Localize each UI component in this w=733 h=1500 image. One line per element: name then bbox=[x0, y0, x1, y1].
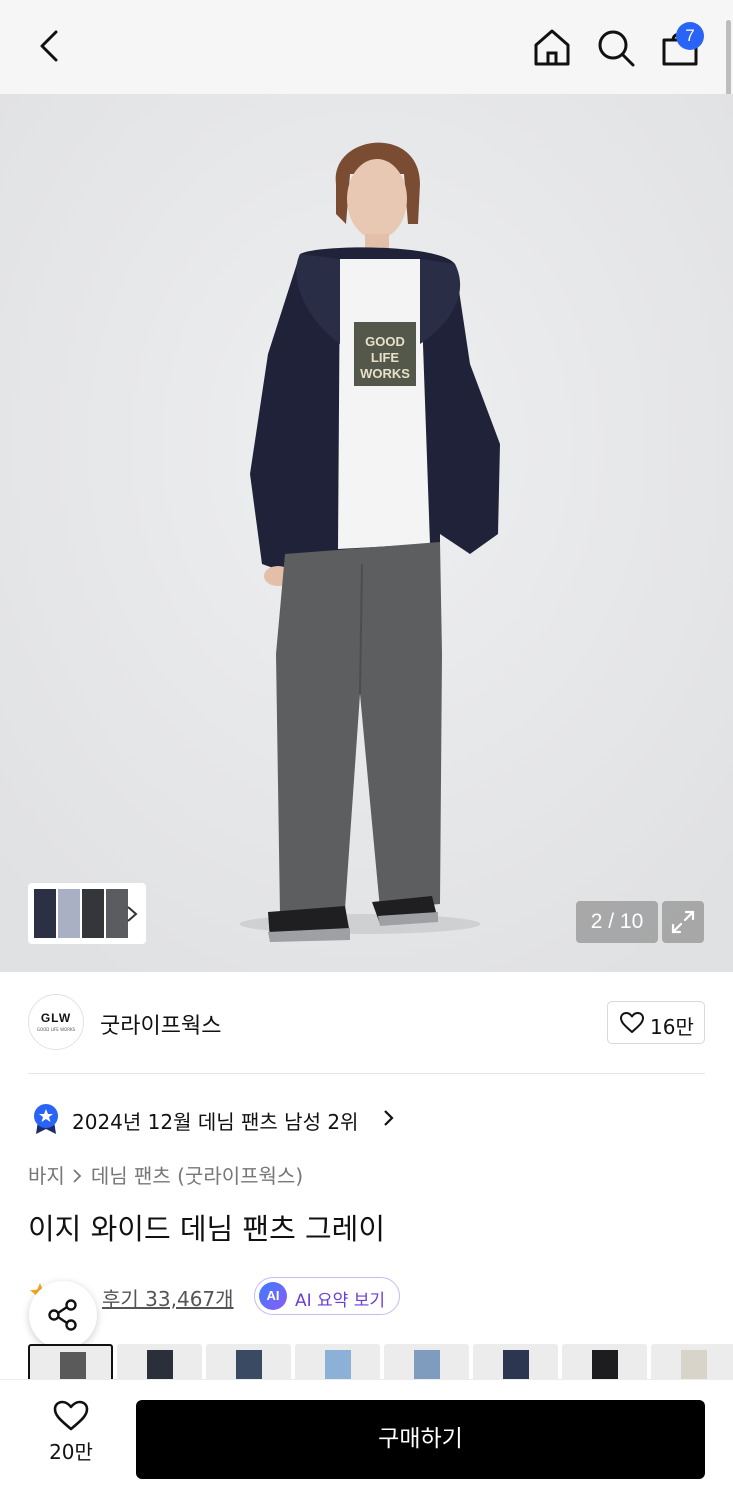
brand-row: GLW GOOD LIFE WORKS 굿라이프웍스 16만 bbox=[28, 994, 705, 1050]
top-nav-bar: 7 bbox=[0, 0, 733, 96]
color-swatch bbox=[60, 1352, 86, 1380]
color-option[interactable] bbox=[117, 1344, 202, 1380]
color-swatch bbox=[147, 1350, 173, 1380]
heart-icon bbox=[620, 1012, 644, 1033]
color-option[interactable] bbox=[206, 1344, 291, 1380]
breadcrumb-item[interactable]: 바지 bbox=[28, 1164, 65, 1188]
chevron-right-icon[interactable] bbox=[126, 905, 138, 923]
color-swatch bbox=[414, 1350, 440, 1380]
breadcrumb: 바지 데님 팬츠 (굿라이프웍스) bbox=[28, 1160, 303, 1189]
wishlist-count: 20만 bbox=[49, 1440, 93, 1464]
product-title: 이지 와이드 데님 팬츠 그레이 bbox=[28, 1212, 386, 1246]
color-swatch bbox=[325, 1350, 351, 1380]
ai-summary-label: AI 요약 보기 bbox=[295, 1291, 386, 1311]
graphic-text-life: LIFE bbox=[371, 350, 399, 365]
share-icon bbox=[48, 1299, 77, 1331]
thumbnail-image[interactable] bbox=[82, 889, 104, 938]
divider bbox=[28, 1073, 705, 1074]
color-options-row bbox=[28, 1344, 733, 1380]
expand-button[interactable] bbox=[662, 901, 704, 943]
color-swatch bbox=[503, 1350, 529, 1380]
image-counter: 2 / 10 bbox=[576, 901, 658, 943]
ranking-text: 2024년 12월 데님 팬츠 남성 2위 bbox=[72, 1110, 359, 1134]
color-swatch bbox=[681, 1350, 707, 1380]
home-icon[interactable] bbox=[530, 26, 574, 70]
bottom-action-bar: 20만 구매하기 bbox=[0, 1380, 733, 1500]
product-image-gallery[interactable]: GOOD LIFE WORKS bbox=[0, 94, 733, 972]
brand-logo-subtext: GOOD LIFE WORKS bbox=[36, 1027, 76, 1032]
heart-icon bbox=[53, 1400, 89, 1431]
brand-name[interactable]: 굿라이프웍스 bbox=[100, 1008, 221, 1040]
thumbnail-image[interactable] bbox=[106, 889, 128, 938]
review-count-link[interactable]: 후기 33,467개 bbox=[102, 1283, 234, 1312]
brand-logo-text: GLW bbox=[40, 1011, 72, 1025]
back-arrow-icon[interactable] bbox=[30, 28, 70, 68]
product-model-image: GOOD LIFE WORKS bbox=[0, 94, 733, 972]
graphic-text-good: GOOD bbox=[365, 334, 405, 349]
search-icon[interactable] bbox=[594, 26, 638, 70]
color-option[interactable] bbox=[562, 1344, 647, 1380]
buy-button[interactable]: 구매하기 bbox=[136, 1400, 705, 1479]
cart-count-badge: 7 bbox=[676, 22, 704, 50]
ai-icon: AI bbox=[259, 1282, 287, 1310]
graphic-text-works: WORKS bbox=[360, 366, 410, 381]
color-option[interactable] bbox=[295, 1344, 380, 1380]
scrollbar[interactable] bbox=[726, 20, 731, 96]
color-option[interactable] bbox=[651, 1344, 733, 1380]
color-swatch bbox=[236, 1350, 262, 1380]
chevron-right-icon bbox=[384, 1110, 394, 1126]
brand-like-count: 16만 bbox=[650, 1015, 694, 1039]
chevron-right-icon bbox=[73, 1169, 82, 1183]
wishlist-button[interactable]: 20만 bbox=[40, 1400, 102, 1478]
color-option[interactable] bbox=[28, 1344, 113, 1380]
gallery-thumbnail-strip[interactable] bbox=[28, 883, 146, 944]
share-button[interactable] bbox=[29, 1281, 97, 1349]
brand-like-button[interactable]: 16만 bbox=[607, 1001, 705, 1044]
color-option[interactable] bbox=[384, 1344, 469, 1380]
color-swatch bbox=[592, 1350, 618, 1380]
thumbnail-image[interactable] bbox=[58, 889, 80, 938]
color-option[interactable] bbox=[473, 1344, 558, 1380]
brand-logo[interactable]: GLW GOOD LIFE WORKS bbox=[28, 994, 84, 1050]
expand-icon bbox=[671, 910, 695, 934]
breadcrumb-item[interactable]: 데님 팬츠 (굿라이프웍스) bbox=[91, 1164, 303, 1188]
ranking-medal-icon bbox=[34, 1104, 58, 1134]
ai-summary-button[interactable]: AI AI 요약 보기 bbox=[254, 1277, 400, 1315]
thumbnail-image[interactable] bbox=[34, 889, 56, 938]
